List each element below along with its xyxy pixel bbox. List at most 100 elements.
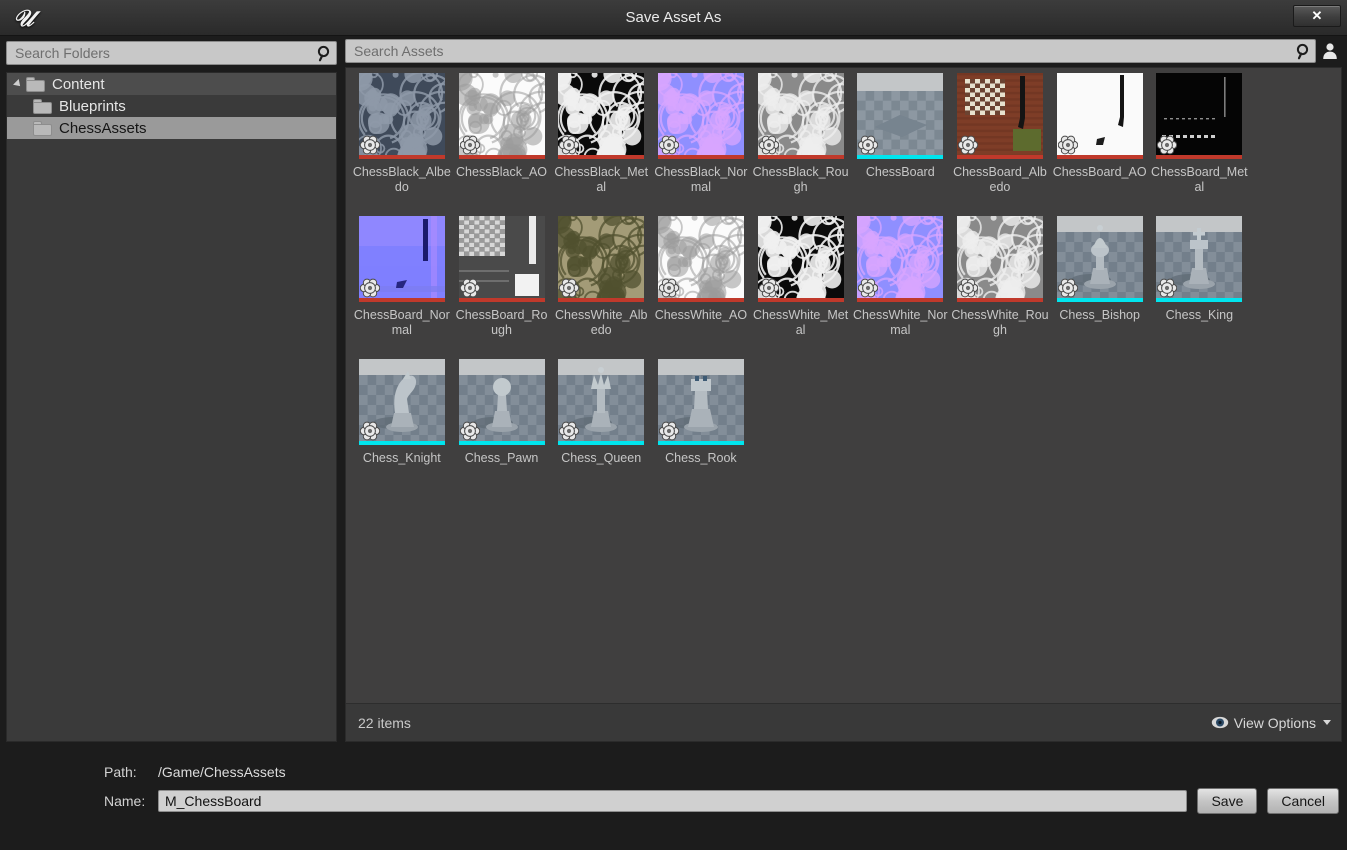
asset-settings-cog-icon[interactable] bbox=[459, 421, 480, 441]
asset-tile[interactable]: ChessBoard_Normal bbox=[352, 211, 452, 354]
asset-thumbnail[interactable] bbox=[558, 359, 645, 445]
asset-thumbnail[interactable] bbox=[956, 73, 1043, 159]
asset-tile[interactable]: ChessBoard_Rough bbox=[452, 211, 552, 354]
asset-type-bar bbox=[558, 155, 645, 159]
asset-thumbnail[interactable] bbox=[657, 216, 744, 302]
asset-type-bar bbox=[1156, 155, 1243, 159]
asset-tile[interactable]: Chess_Knight bbox=[352, 354, 452, 497]
asset-settings-cog-icon[interactable] bbox=[858, 135, 879, 155]
asset-settings-cog-icon[interactable] bbox=[459, 135, 480, 155]
asset-settings-cog-icon[interactable] bbox=[758, 278, 779, 298]
asset-thumbnail[interactable] bbox=[657, 73, 744, 159]
asset-thumbnail[interactable] bbox=[1056, 73, 1143, 159]
asset-thumbnail[interactable] bbox=[857, 216, 944, 302]
asset-settings-cog-icon[interactable] bbox=[957, 278, 979, 298]
asset-settings-cog-icon[interactable] bbox=[459, 278, 480, 298]
search-folders-input[interactable] bbox=[7, 45, 312, 61]
asset-tile[interactable]: ChessBlack_Normal bbox=[651, 68, 751, 211]
search-assets-input[interactable] bbox=[346, 43, 1291, 59]
asset-tile[interactable]: ChessBlack_Albedo bbox=[352, 68, 452, 211]
asset-settings-cog-icon[interactable] bbox=[359, 421, 381, 441]
asset-thumbnail[interactable] bbox=[657, 359, 744, 445]
asset-tile[interactable]: Chess_Rook bbox=[651, 354, 751, 497]
asset-thumbnail[interactable] bbox=[1156, 216, 1243, 302]
asset-label: ChessWhite_Metal bbox=[753, 308, 849, 337]
asset-settings-cog-icon[interactable] bbox=[1157, 278, 1178, 298]
asset-settings-cog-icon[interactable] bbox=[658, 421, 680, 441]
asset-settings-cog-icon[interactable] bbox=[758, 135, 779, 155]
asset-name-input[interactable] bbox=[157, 790, 1188, 812]
asset-settings-cog-icon[interactable] bbox=[559, 278, 580, 298]
asset-settings-cog-icon[interactable] bbox=[1057, 135, 1078, 155]
folder-search-field[interactable] bbox=[6, 41, 337, 65]
asset-tile[interactable]: ChessWhite_Albedo bbox=[551, 211, 651, 354]
asset-tile[interactable]: ChessBlack_AO bbox=[452, 68, 552, 211]
folder-search-row bbox=[6, 41, 337, 65]
asset-thumbnail[interactable] bbox=[857, 73, 944, 159]
asset-search-field[interactable] bbox=[345, 39, 1316, 63]
asset-tile[interactable]: Chess_King bbox=[1150, 211, 1250, 354]
asset-tile[interactable]: ChessBlack_Rough bbox=[751, 68, 851, 211]
asset-settings-cog-icon[interactable] bbox=[658, 278, 680, 298]
asset-thumbnail[interactable] bbox=[1156, 73, 1243, 159]
asset-thumbnail[interactable] bbox=[458, 216, 545, 302]
asset-tile[interactable]: ChessBoard_Metal bbox=[1150, 68, 1250, 211]
asset-thumbnail[interactable] bbox=[1056, 216, 1143, 302]
asset-tile[interactable]: ChessBoard_AO bbox=[1050, 68, 1150, 211]
asset-thumbnail[interactable] bbox=[458, 359, 545, 445]
asset-thumbnail[interactable] bbox=[558, 216, 645, 302]
save-button[interactable]: Save bbox=[1197, 788, 1258, 814]
asset-type-bar bbox=[657, 155, 744, 159]
view-options-button[interactable]: View Options bbox=[1211, 715, 1331, 731]
asset-tile[interactable]: Chess_Pawn bbox=[452, 354, 552, 497]
asset-tile[interactable]: ChessWhite_Metal bbox=[751, 211, 851, 354]
asset-thumbnail[interactable] bbox=[358, 359, 445, 445]
asset-thumbnail[interactable] bbox=[358, 73, 445, 159]
asset-tile[interactable]: ChessBoard bbox=[850, 68, 950, 211]
asset-settings-cog-icon[interactable] bbox=[559, 135, 580, 155]
asset-tile[interactable]: Chess_Bishop bbox=[1050, 211, 1150, 354]
asset-tile[interactable]: ChessBoard_Albedo bbox=[950, 68, 1050, 211]
asset-label: ChessWhite_Albedo bbox=[555, 308, 648, 337]
asset-thumbnail[interactable] bbox=[757, 216, 844, 302]
search-icon[interactable] bbox=[312, 42, 336, 64]
asset-settings-cog-icon[interactable] bbox=[658, 135, 680, 155]
asset-tile[interactable]: ChessWhite_AO bbox=[651, 211, 751, 354]
asset-thumbnail[interactable] bbox=[558, 73, 645, 159]
asset-tile[interactable]: ChessBlack_Metal bbox=[551, 68, 651, 211]
asset-type-bar bbox=[956, 298, 1043, 302]
asset-thumbnail[interactable] bbox=[458, 73, 545, 159]
folder-tree-item-label: Blueprints bbox=[59, 97, 126, 115]
asset-settings-cog-icon[interactable] bbox=[1157, 135, 1178, 155]
person-icon[interactable] bbox=[1318, 39, 1342, 63]
search-icon[interactable] bbox=[1291, 40, 1315, 62]
asset-thumbnail[interactable] bbox=[757, 73, 844, 159]
folder-tree-panel[interactable]: Content Blueprints ChessAssets bbox=[6, 72, 337, 742]
asset-settings-cog-icon[interactable] bbox=[559, 421, 580, 441]
asset-label: ChessBoard_Metal bbox=[1151, 165, 1248, 194]
item-count-label: 22 items bbox=[358, 714, 411, 731]
asset-settings-cog-icon[interactable] bbox=[359, 278, 381, 298]
asset-thumbnail[interactable] bbox=[956, 216, 1043, 302]
asset-tile[interactable]: ChessWhite_Normal bbox=[850, 211, 950, 354]
asset-tile[interactable]: Chess_Queen bbox=[551, 354, 651, 497]
asset-settings-cog-icon[interactable] bbox=[359, 135, 381, 155]
path-label: Path: bbox=[104, 764, 137, 780]
asset-thumbnail[interactable] bbox=[358, 216, 445, 302]
folder-tree-item-content[interactable]: Content bbox=[7, 73, 336, 95]
close-button[interactable]: ✕ bbox=[1293, 5, 1341, 27]
folder-tree-item-chessassets[interactable]: ChessAssets bbox=[7, 117, 336, 139]
name-label: Name: bbox=[104, 793, 146, 809]
asset-type-bar bbox=[358, 155, 445, 159]
chevron-down-icon[interactable] bbox=[11, 77, 25, 91]
asset-browser-panel[interactable]: ChessBlack_Albedo ChessBlack_AO ChessBlack… bbox=[345, 67, 1342, 742]
asset-label: Chess_Pawn bbox=[464, 451, 539, 465]
asset-tile[interactable]: ChessWhite_Rough bbox=[950, 211, 1050, 354]
asset-settings-cog-icon[interactable] bbox=[858, 278, 879, 298]
folder-icon bbox=[26, 76, 46, 92]
asset-settings-cog-icon[interactable] bbox=[957, 135, 979, 155]
cancel-button[interactable]: Cancel bbox=[1267, 788, 1339, 814]
asset-label: ChessBoard_Normal bbox=[353, 308, 450, 337]
asset-settings-cog-icon[interactable] bbox=[1057, 278, 1078, 298]
folder-tree-item-blueprints[interactable]: Blueprints bbox=[7, 95, 336, 117]
